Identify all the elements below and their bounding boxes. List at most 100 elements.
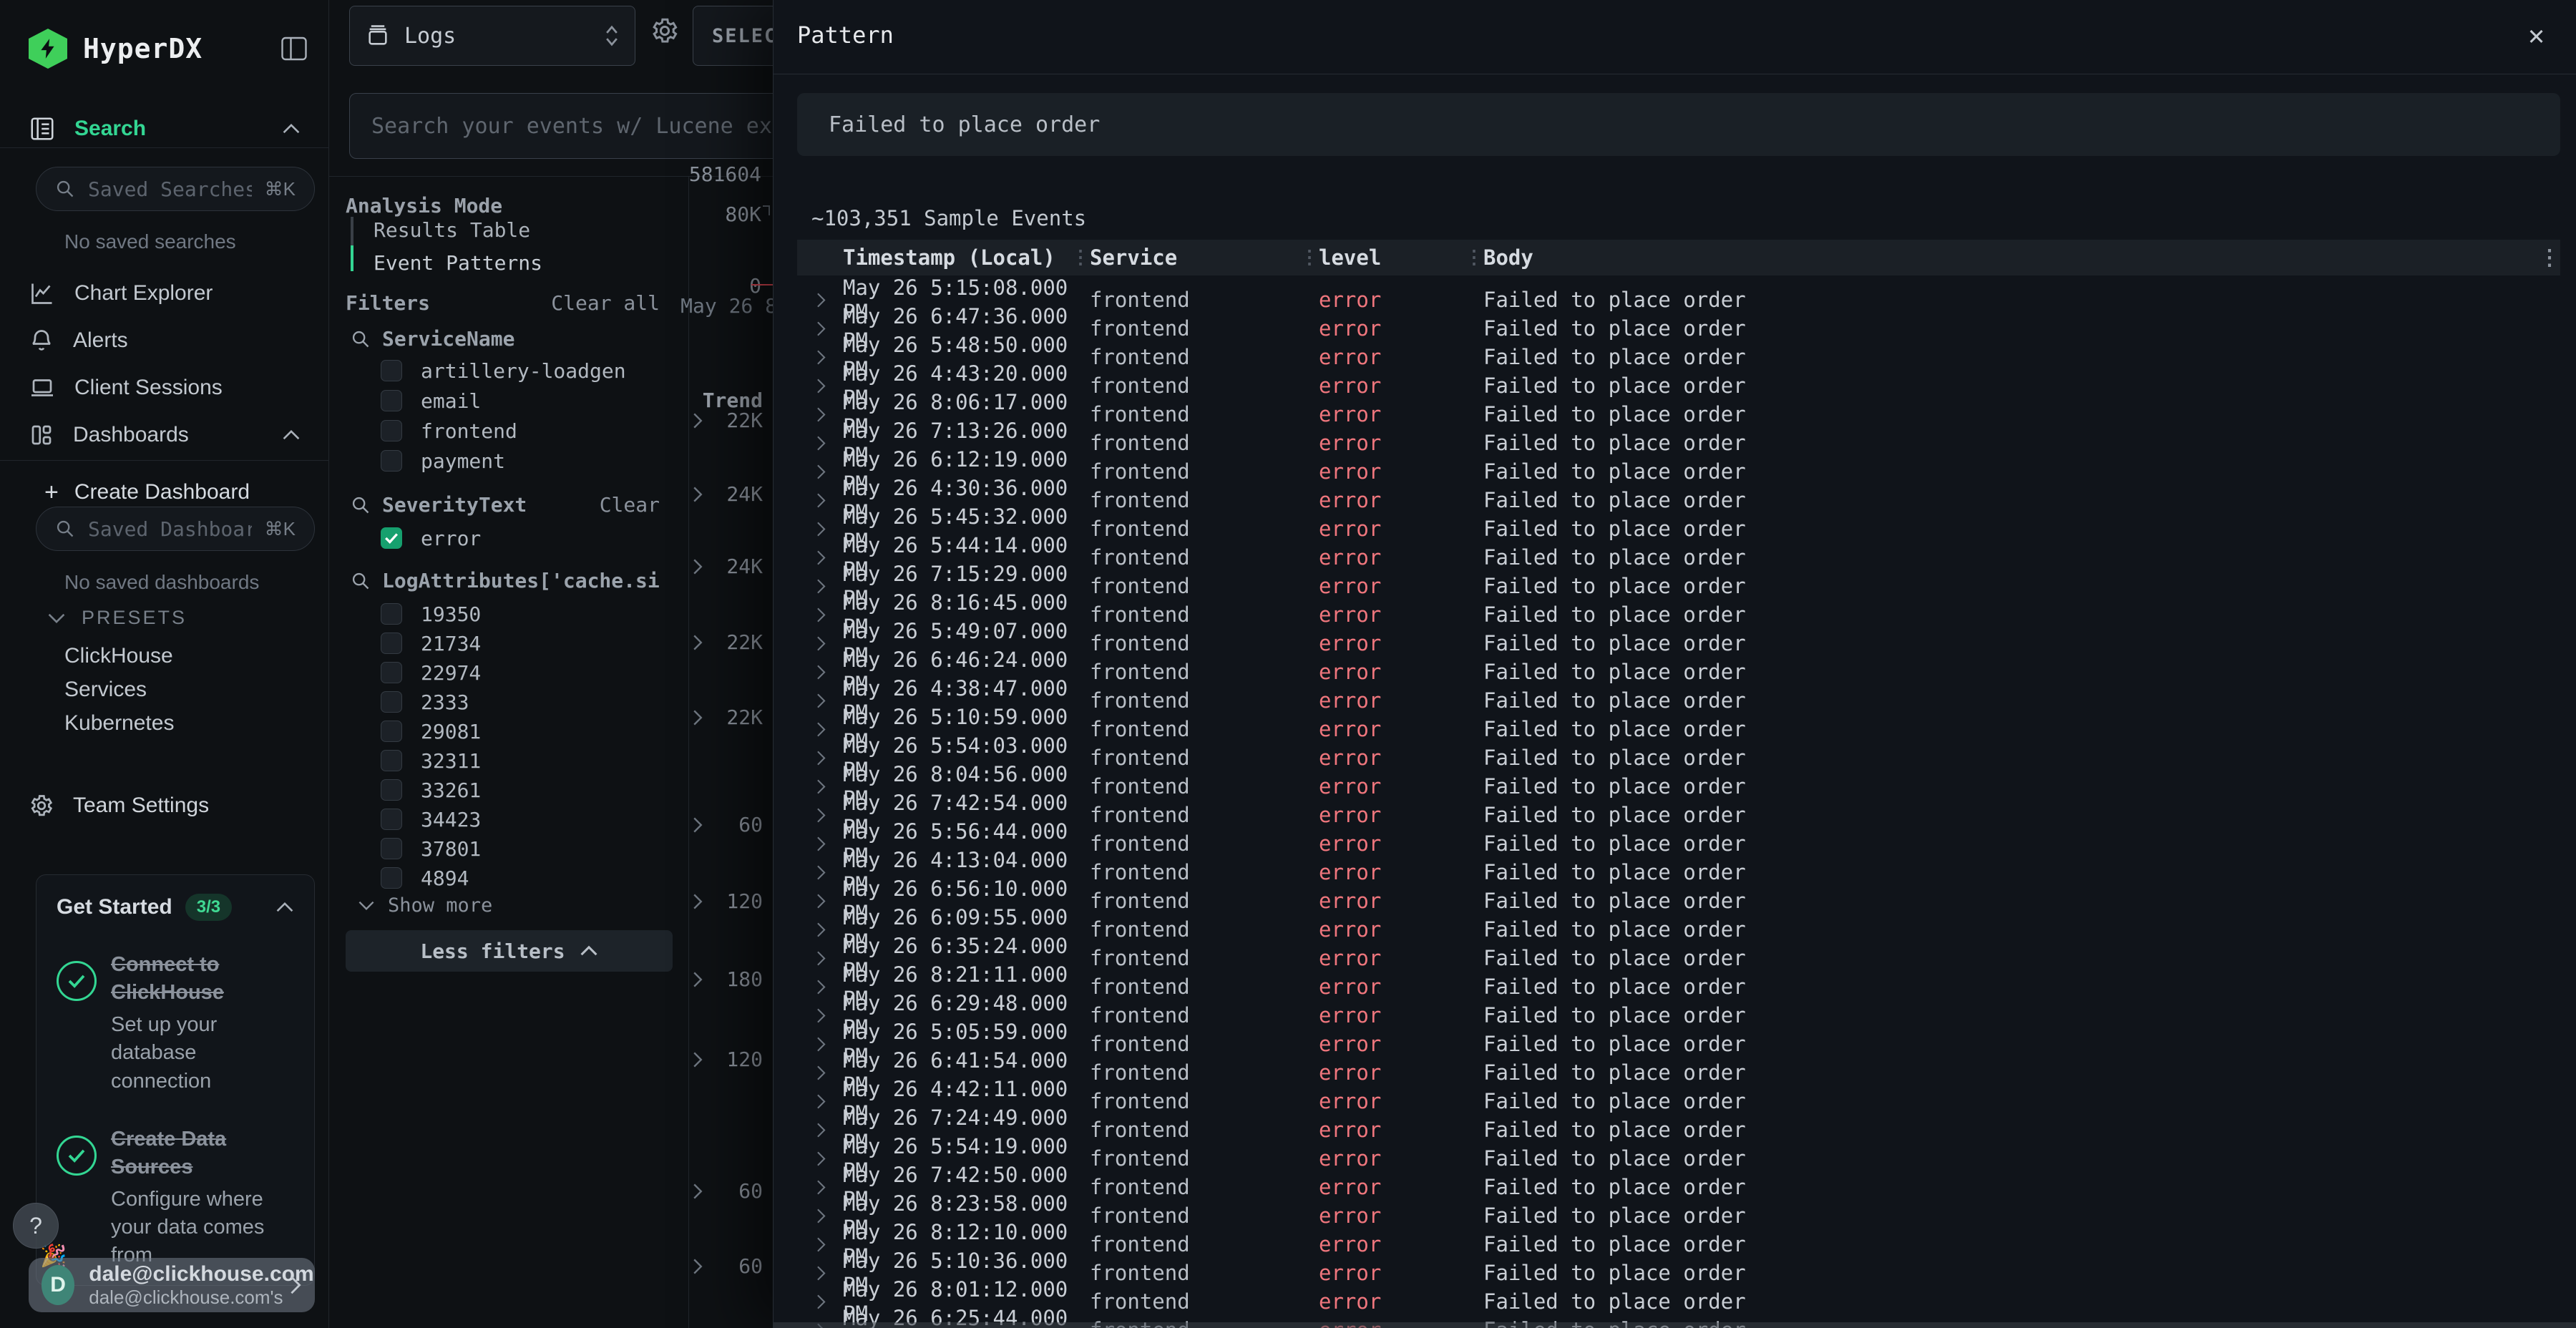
chevron-right-icon[interactable] <box>692 486 703 503</box>
expand-chevron-icon[interactable] <box>797 750 843 766</box>
checkbox-unchecked[interactable] <box>381 809 402 830</box>
sidebar-item-client-sessions[interactable]: Client Sessions <box>0 368 329 408</box>
col-timestamp[interactable]: Timestamp (Local) <box>843 245 1090 270</box>
pattern-row-preview[interactable]: 22K <box>692 630 763 654</box>
expand-chevron-icon[interactable] <box>797 922 843 938</box>
expand-chevron-icon[interactable] <box>797 1007 843 1024</box>
checkbox-unchecked[interactable] <box>381 633 402 654</box>
filter-option-37801[interactable]: 37801 <box>381 835 481 862</box>
expand-chevron-icon[interactable] <box>797 979 843 995</box>
filter-option-32311[interactable]: 32311 <box>381 747 481 774</box>
expand-chevron-icon[interactable] <box>797 1093 843 1110</box>
pattern-row-preview[interactable]: 60 <box>692 1179 763 1203</box>
close-icon[interactable]: ✕ <box>2528 21 2545 49</box>
table-options-kebab-icon[interactable]: ⋮ <box>2517 245 2560 270</box>
expand-chevron-icon[interactable] <box>797 1236 843 1253</box>
filter-option-22974[interactable]: 22974 <box>381 659 481 686</box>
expand-chevron-icon[interactable] <box>797 378 843 394</box>
mode-results-table[interactable]: Results Table <box>374 218 530 242</box>
chevron-up-icon[interactable] <box>275 902 294 913</box>
checkbox-unchecked[interactable] <box>381 721 402 742</box>
chevron-right-icon[interactable] <box>692 1051 703 1068</box>
filter-option-frontend[interactable]: frontend <box>381 417 517 444</box>
filter-option-error[interactable]: error <box>381 524 481 552</box>
source-settings-gear-icon[interactable] <box>650 16 680 46</box>
expand-chevron-icon[interactable] <box>797 807 843 824</box>
user-menu[interactable]: D dale@clickhouse.com dale@clickhouse.co… <box>29 1258 315 1312</box>
select-columns-button[interactable]: SELECT <box>693 6 773 66</box>
source-select[interactable]: Logs <box>349 6 635 66</box>
sidebar-section-search[interactable]: Search <box>0 109 329 149</box>
preset-item-clickhouse[interactable]: ClickHouse <box>64 644 173 668</box>
expand-chevron-icon[interactable] <box>797 435 843 451</box>
expand-chevron-icon[interactable] <box>797 693 843 709</box>
event-search-input[interactable]: Search your events w/ Lucene ex. colu <box>349 93 773 159</box>
chevron-right-icon[interactable] <box>692 709 703 726</box>
filter-option-payment[interactable]: payment <box>381 447 505 474</box>
expand-chevron-icon[interactable] <box>797 349 843 366</box>
expand-chevron-icon[interactable] <box>797 864 843 881</box>
filter-option-33261[interactable]: 33261 <box>381 776 481 804</box>
pattern-row-preview[interactable]: 120 <box>692 889 763 913</box>
sidebar-item-team-settings[interactable]: Team Settings <box>0 786 329 826</box>
checkbox-unchecked[interactable] <box>381 390 402 411</box>
expand-chevron-icon[interactable] <box>797 492 843 509</box>
column-resize-handle[interactable]: ⋮ <box>1071 247 1090 268</box>
expand-chevron-icon[interactable] <box>797 607 843 623</box>
col-level[interactable]: ⋮level <box>1319 245 1483 270</box>
chevron-right-icon[interactable] <box>692 893 703 910</box>
expand-chevron-icon[interactable] <box>797 950 843 967</box>
event-row[interactable]: May 26 5:15:08.000 PMfrontenderrorFailed… <box>797 275 2560 304</box>
checkbox-unchecked[interactable] <box>381 867 402 889</box>
expand-chevron-icon[interactable] <box>797 464 843 480</box>
expand-chevron-icon[interactable] <box>797 1122 843 1138</box>
expand-chevron-icon[interactable] <box>797 664 843 680</box>
sidebar-item-alerts[interactable]: Alerts <box>0 321 329 361</box>
expand-chevron-icon[interactable] <box>797 1265 843 1281</box>
presets-toggle[interactable]: PRESETS <box>47 607 187 629</box>
pattern-row-preview[interactable]: 24K <box>692 555 763 578</box>
sidebar-item-chart-explorer[interactable]: Chart Explorer <box>0 273 329 313</box>
preset-item-kubernetes[interactable]: Kubernetes <box>64 711 174 736</box>
filter-option-email[interactable]: email <box>381 387 481 414</box>
clear-link[interactable]: Clear <box>600 493 660 517</box>
chevron-right-icon[interactable] <box>692 1258 703 1275</box>
expand-chevron-icon[interactable] <box>797 578 843 595</box>
pattern-row-preview[interactable]: 60 <box>692 813 763 836</box>
saved-dashboards-input[interactable]: Saved Dashboards ⌘K <box>36 507 315 551</box>
chevron-right-icon[interactable] <box>692 971 703 988</box>
show-more-link[interactable]: Show more <box>358 894 492 917</box>
checkbox-unchecked[interactable] <box>381 750 402 771</box>
checkbox-unchecked[interactable] <box>381 779 402 801</box>
checkbox-unchecked[interactable] <box>381 450 402 472</box>
expand-chevron-icon[interactable] <box>797 778 843 795</box>
pattern-row-preview[interactable]: 180 <box>692 967 763 991</box>
checkbox-unchecked[interactable] <box>381 603 402 625</box>
pattern-row-preview[interactable]: 120 <box>692 1048 763 1071</box>
expand-chevron-icon[interactable] <box>797 550 843 566</box>
mode-event-patterns[interactable]: Event Patterns <box>374 251 542 275</box>
column-resize-handle[interactable]: ⋮ <box>1300 247 1319 268</box>
filter-option-artillery-loadgen[interactable]: artillery-loadgen <box>381 357 626 384</box>
filter-option-29081[interactable]: 29081 <box>381 718 481 745</box>
checkbox-unchecked[interactable] <box>381 360 402 381</box>
expand-chevron-icon[interactable] <box>797 1065 843 1081</box>
checkbox-unchecked[interactable] <box>381 662 402 683</box>
filter-option-2333[interactable]: 2333 <box>381 688 469 716</box>
expand-chevron-icon[interactable] <box>797 1294 843 1310</box>
filter-option-4894[interactable]: 4894 <box>381 864 469 892</box>
expand-chevron-icon[interactable] <box>797 521 843 537</box>
expand-chevron-icon[interactable] <box>797 1036 843 1053</box>
filter-option-19350[interactable]: 19350 <box>381 600 481 628</box>
sidebar-item-dashboards[interactable]: Dashboards <box>0 415 329 455</box>
chevron-right-icon[interactable] <box>692 1183 703 1200</box>
checkbox-unchecked[interactable] <box>381 420 402 441</box>
filter-option-34423[interactable]: 34423 <box>381 806 481 833</box>
pattern-row-preview[interactable]: 24K <box>692 482 763 506</box>
expand-chevron-icon[interactable] <box>797 836 843 852</box>
expand-chevron-icon[interactable] <box>797 292 843 308</box>
chevron-right-icon[interactable] <box>692 634 703 651</box>
col-body[interactable]: ⋮Body <box>1483 245 2517 270</box>
filter-option-21734[interactable]: 21734 <box>381 630 481 657</box>
chevron-right-icon[interactable] <box>692 816 703 834</box>
